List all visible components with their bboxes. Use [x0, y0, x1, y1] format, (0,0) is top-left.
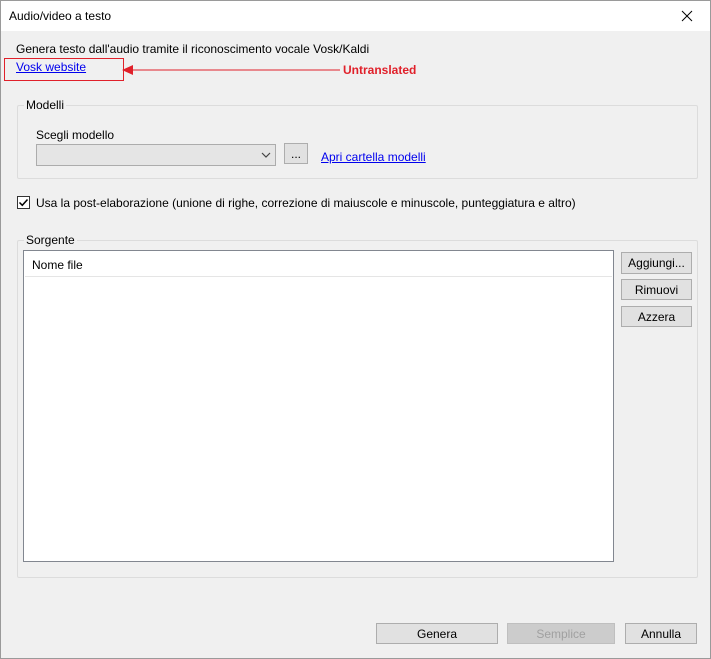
- filename-column-header: Nome file: [32, 258, 83, 272]
- window-title: Audio/video a testo: [9, 9, 112, 23]
- annotation-label: Untranslated: [343, 63, 417, 77]
- add-file-button[interactable]: Aggiungi...: [621, 252, 692, 274]
- close-button[interactable]: [664, 1, 710, 31]
- close-icon: [681, 10, 693, 22]
- cancel-button[interactable]: Annulla: [625, 623, 697, 644]
- description-text: Genera testo dall'audio tramite il ricon…: [16, 42, 370, 56]
- source-file-list[interactable]: Nome file: [23, 250, 614, 562]
- postprocess-checkbox[interactable]: [17, 196, 30, 209]
- dialog-window: Audio/video a testo Genera testo dall'au…: [0, 0, 711, 659]
- title-bar: Audio/video a testo: [1, 1, 710, 31]
- clear-files-button[interactable]: Azzera: [621, 306, 692, 327]
- postprocess-label[interactable]: Usa la post-elaborazione (unione di righ…: [36, 196, 576, 210]
- browse-model-button[interactable]: ...: [284, 143, 308, 164]
- annotation-arrow-icon: [122, 65, 340, 75]
- models-group: [17, 105, 698, 179]
- generate-button[interactable]: Genera: [376, 623, 498, 644]
- model-select[interactable]: [36, 144, 276, 166]
- list-column-header[interactable]: Nome file: [25, 252, 612, 277]
- choose-model-label: Scegli modello: [36, 128, 115, 142]
- open-models-folder-link[interactable]: Apri cartella modelli: [321, 150, 426, 164]
- models-group-label: Modelli: [24, 98, 67, 112]
- simple-button[interactable]: Semplice: [507, 623, 615, 644]
- checkmark-icon: [18, 198, 29, 207]
- source-group-label: Sorgente: [24, 233, 77, 247]
- annotation-highlight-box: [4, 58, 124, 81]
- remove-file-button[interactable]: Rimuovi: [621, 279, 692, 300]
- chevron-down-icon: [261, 152, 271, 158]
